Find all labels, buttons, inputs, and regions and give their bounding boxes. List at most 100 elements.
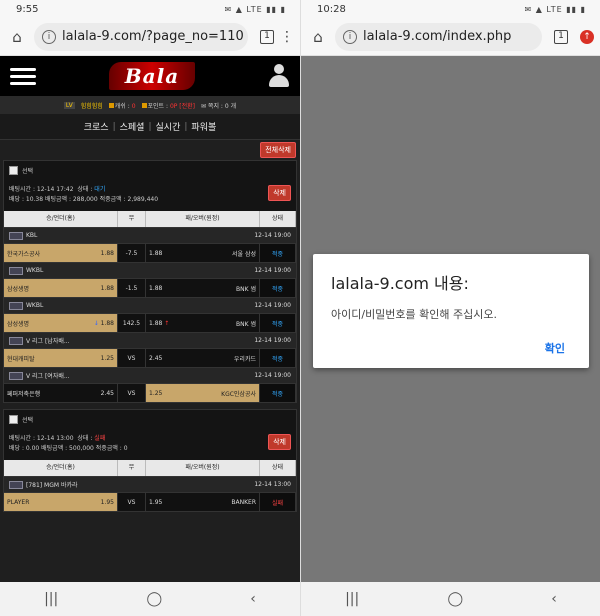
bet-history-list: 선택 배팅시간 : 12-14 17:42 상태 : 대기 배당 : 10.38 배… [0,160,300,512]
select-checkbox[interactable]: 선택 [9,415,291,424]
away-pick: 1.95 BANKER [146,493,260,511]
address-bar[interactable]: i lalala-9.com/index.php [335,22,542,51]
tab-count-icon[interactable]: 1 [554,29,568,44]
checkbox-icon[interactable] [9,415,18,424]
bet-table-header: 승/언더(홈) 무 패/오버(원정) 상태 [4,211,296,227]
home-odds: 2.45 [100,389,114,397]
alert-dialog: lalala-9.com 내용: 아이디/비밀번호를 확인해 주십시오. 확인 [313,254,589,368]
handicap-value: -7.5 [118,244,146,262]
away-pick: 1.88 BNK 썸 [146,279,260,297]
home-nav-icon[interactable]: ◯ [146,591,162,607]
point-icon [141,102,147,108]
game-status: 적중 [260,314,296,332]
delete-button[interactable]: 삭제 [268,434,291,450]
header-status: 상태 [260,211,296,227]
odds-down-icon: ↓ [93,319,99,327]
home-pick: 한국가스공사 1.88 [4,244,118,262]
delete-all-button[interactable]: 전체삭제 [260,142,296,158]
recents-icon[interactable]: ||| [345,591,359,607]
cash-value: 0 [131,102,136,110]
away-odds: 1.95 [149,498,163,506]
tab-cross[interactable]: 크로스 [84,120,109,133]
league-flag-icon [9,266,23,275]
account-infobar: LV 힘힘힘힘 캐쉬 : 0 포인트 : 0P [전환] ✉ 쪽지 : 0 개 [0,96,300,114]
point-info: 포인트 : 0P [전환] [141,101,195,110]
bet-state: 대기 [94,186,106,193]
league-name: V 리그 [남자배... [26,338,70,345]
status-icons: ✉ ▲ LTE ▮▮ ▮ [524,4,586,14]
home-odds: 1.95 [100,498,114,506]
away-odds: 1.88 [149,319,163,327]
home-odds: 1.88 [100,284,114,292]
game-tabs: 크로스 | 스페셜 | 실시간 | 파워볼 [0,114,300,140]
header-home: 승/언더(홈) [4,211,118,227]
home-icon[interactable]: ⌂ [307,28,329,46]
bet-meta: 배팅시간 : 12-14 17:42 상태 : 대기 배당 : 10.38 배팅금… [9,185,291,205]
checkbox-icon[interactable] [9,166,18,175]
bet-time: 배팅시간 : 12-14 13:00 [9,435,74,442]
update-icon[interactable]: ↑ [580,29,594,44]
info-icon[interactable]: i [42,29,56,44]
cash-label: 캐쉬 : [114,102,130,110]
status-time: 9:55 [16,3,39,15]
site-logo[interactable]: Bala [108,62,196,90]
status-bar: 10:28 ✉ ▲ LTE ▮▮ ▮ [301,0,600,18]
away-team: BNK 썸 [236,320,256,328]
header-draw: 무 [118,211,146,227]
user-icon[interactable] [268,64,290,88]
league-name: [781] MGM 바카라 [26,482,78,489]
game-row: 페퍼저축은행 2.45 VS 1.25 KGC인삼공사 적중 [4,383,296,402]
handicap-value: VS [118,493,146,511]
game-date: 12-14 19:00 [254,267,291,274]
home-team: 삼성생명 [7,320,30,328]
select-checkbox[interactable]: 선택 [9,166,291,175]
home-pick: PLAYER 1.95 [4,493,118,511]
delete-button[interactable]: 삭제 [268,185,291,201]
league-flag-icon [9,480,23,489]
state-label: 상태 : [77,435,93,442]
memo-label: 쪽지 : 0 개 [207,102,237,110]
address-bar[interactable]: i lalala-9.com/?page_no=110 [34,22,248,51]
hamburger-menu-icon[interactable] [10,64,36,89]
bet-meta: 배팅시간 : 12-14 13:00 상태 : 실패 배당 : 0.00 배팅금액… [9,434,291,454]
league-row: WKBL 12-14 19:00 [4,262,296,278]
status-time: 10:28 [317,3,346,15]
level-badge: LV [63,101,75,109]
bet-time: 배팅시간 : 12-14 17:42 [9,186,74,193]
tab-powerball[interactable]: 파워볼 [191,120,216,133]
dimmed-page: lalala-9.com 내용: 아이디/비밀번호를 확인해 주십시오. 확인 [301,56,600,582]
tab-special[interactable]: 스페셜 [120,120,145,133]
away-pick: 2.45 우리카드 [146,349,260,367]
home-nav-icon[interactable]: ◯ [447,591,463,607]
league-row: WKBL 12-14 19:00 [4,297,296,313]
tab-live[interactable]: 실시간 [156,120,181,133]
home-team: PLAYER [7,498,30,506]
android-nav-bar: ||| ◯ ‹ [0,582,300,616]
league-row: V 리그 [여자배... 12-14 19:00 [4,367,296,383]
handicap-value: VS [118,349,146,367]
memo-info[interactable]: ✉ 쪽지 : 0 개 [201,101,236,110]
convert-link[interactable]: [전환] [179,103,195,110]
recents-icon[interactable]: ||| [44,591,58,607]
home-pick: 페퍼저축은행 2.45 [4,384,118,402]
league-name: WKBL [26,267,44,274]
dialog-ok-button[interactable]: 확인 [545,340,565,356]
home-team: 현대캐피탈 [7,355,35,363]
android-nav-bar: ||| ◯ ‹ [301,582,600,616]
info-icon[interactable]: i [343,29,357,44]
game-date: 12-14 19:00 [254,337,291,344]
back-icon[interactable]: ‹ [250,591,256,607]
away-team: KGC인삼공사 [221,390,256,398]
away-odds: 1.88 [149,284,163,292]
select-label: 선택 [22,168,34,175]
home-icon[interactable]: ⌂ [6,28,28,46]
select-label: 선택 [22,417,34,424]
league-name: KBL [26,232,38,239]
game-row: PLAYER 1.95 VS 1.95 BANKER 실패 [4,492,296,511]
back-icon[interactable]: ‹ [551,591,557,607]
right-screen: 10:28 ✉ ▲ LTE ▮▮ ▮ ⌂ i lalala-9.com/inde… [300,0,600,616]
bet-time-line: 배팅시간 : 12-14 13:00 상태 : 실패 [9,434,128,444]
tab-count-icon[interactable]: 1 [260,29,274,44]
cash-info: 캐쉬 : 0 [108,101,136,110]
more-menu-icon[interactable]: ⋮ [280,29,294,45]
